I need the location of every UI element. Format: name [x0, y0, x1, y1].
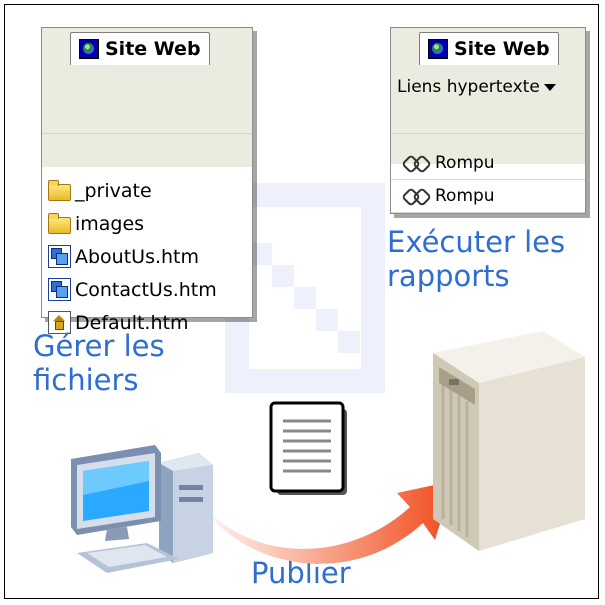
run-reports-caption: Exécuter les rapports — [387, 225, 565, 293]
caption-line: fichiers — [33, 363, 139, 397]
broken-link-icon — [403, 187, 429, 205]
tab-site-web[interactable]: Site Web — [70, 32, 210, 65]
link-status: Rompu — [435, 186, 495, 206]
file-list: _private images AboutUs.htm ContactUs.ht… — [48, 174, 217, 339]
site-files-panel: Site Web _private images AboutUs.htm Con… — [41, 27, 253, 334]
file-name: images — [75, 212, 145, 235]
file-name: ContactUs.htm — [75, 278, 217, 301]
manage-files-caption: Gérer les fichiers — [33, 329, 165, 397]
document-icon — [269, 401, 347, 495]
report-view-value: Liens hypertexte — [397, 77, 540, 97]
tab-site-web[interactable]: Site Web — [419, 32, 559, 65]
file-name: AboutUs.htm — [75, 245, 200, 268]
web-page-icon — [48, 245, 71, 268]
panel-header-band — [42, 134, 252, 167]
tab-label: Site Web — [105, 38, 201, 60]
computer-icon — [71, 445, 213, 573]
folder-icon — [48, 213, 71, 234]
caption-line: rapports — [387, 259, 510, 293]
list-item[interactable]: AboutUs.htm — [48, 240, 217, 273]
tab-label: Site Web — [454, 38, 550, 60]
table-row[interactable]: Rompu — [391, 180, 585, 213]
chevron-down-icon — [543, 83, 556, 91]
broken-link-icon — [403, 154, 429, 172]
list-item[interactable]: ContactUs.htm — [48, 273, 217, 306]
link-status: Rompu — [435, 153, 495, 173]
globe-icon — [428, 39, 448, 59]
caption-line: Gérer les — [33, 329, 165, 363]
file-name: _private — [75, 179, 152, 202]
globe-icon — [79, 39, 99, 59]
server-icon — [433, 331, 585, 551]
panel-toolbar-band — [42, 65, 252, 134]
report-view-select[interactable]: Liens hypertexte — [397, 77, 556, 97]
web-page-icon — [48, 278, 71, 301]
table-row[interactable]: Rompu — [391, 147, 585, 180]
panel-toolbar-band — [391, 65, 585, 134]
folder-icon — [48, 180, 71, 201]
list-item[interactable]: _private — [48, 174, 217, 207]
illustration-frame: Site Web _private images AboutUs.htm Con… — [4, 4, 599, 599]
list-item[interactable]: images — [48, 207, 217, 240]
caption-line: Exécuter les — [387, 225, 566, 259]
reports-panel: Site Web Liens hypertexte Rompu Rompu — [390, 27, 586, 214]
